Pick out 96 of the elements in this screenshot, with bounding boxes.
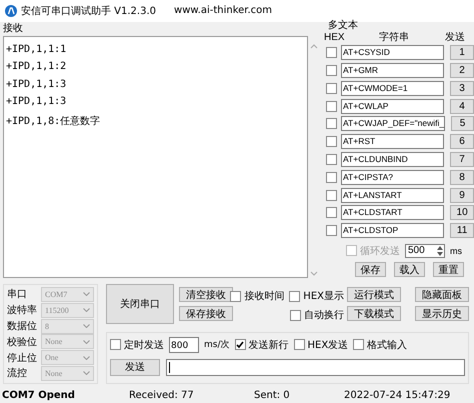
checkbox[interactable] [326, 225, 337, 236]
action-button[interactable]: 保存 [355, 262, 386, 277]
status-text: COM7 Opend [1, 390, 76, 401]
chevron-down-icon [83, 340, 90, 344]
send-button[interactable]: 5 [451, 116, 474, 132]
setting-label: 串口 [7, 288, 28, 302]
send-button[interactable]: 9 [450, 188, 474, 203]
checkbox[interactable] [353, 339, 364, 350]
mode-button[interactable]: 下载模式 [347, 306, 401, 321]
send-button[interactable]: 1 [450, 45, 474, 60]
scroll-up-icon [310, 44, 318, 49]
command-field[interactable]: AT+CWMODE=1 [341, 80, 444, 96]
command-field[interactable]: AT+LANSTART [341, 188, 444, 203]
action-button[interactable]: 重置 [433, 262, 464, 277]
checkbox-label: 发送新行 [248, 338, 288, 352]
setting-label: 波特率 [7, 304, 38, 318]
checkbox[interactable] [326, 100, 337, 112]
unit-label: ms/次 [204, 338, 230, 352]
receive-textarea[interactable]: +IPD,1,1:1 +IPD,1,1:2 +IPD,1,1:3 +IPD,1,1:3 +IPD,1,8:任意数字 [3, 36, 308, 278]
status-text: Sent: 0 [254, 390, 291, 401]
checkbox[interactable] [326, 190, 337, 201]
send-button[interactable]: 发送 [110, 358, 160, 376]
checkbox[interactable] [326, 47, 337, 58]
column-header: 发送 [444, 31, 466, 44]
checkbox-label: HEX显示 [303, 290, 344, 304]
checkbox-label: 定时发送 [124, 338, 164, 352]
command-field[interactable]: AT+CLDSTART [341, 205, 444, 220]
mode-button[interactable]: 运行模式 [347, 286, 401, 302]
command-field[interactable]: AT+CLDSTOP [341, 223, 444, 238]
command-field[interactable]: AT+CIPSTA? [341, 170, 444, 185]
app-logo-icon [5, 4, 17, 17]
chevron-down-icon [83, 324, 90, 328]
checkbox[interactable] [230, 290, 242, 302]
send-button[interactable]: 10 [450, 205, 474, 220]
checkbox-label: 格式输入 [367, 338, 408, 352]
status-text: Received: 77 [129, 390, 195, 401]
chevron-down-icon [83, 292, 90, 296]
command-field[interactable]: AT+GMR [341, 63, 444, 78]
send-button[interactable]: 6 [450, 134, 474, 150]
setting-label: 校验位 [7, 336, 38, 349]
window-title: 安信可串口调试助手 V1.2.3.0 [21, 4, 156, 18]
column-header: HEX [324, 32, 346, 43]
setting-label: 停止位 [7, 352, 38, 365]
received-line: +IPD,1,8:任意数字 [6, 114, 102, 129]
action-button[interactable]: 清空接收 [179, 286, 233, 302]
section-label: 接收 [3, 22, 24, 36]
checkbox[interactable] [326, 82, 337, 94]
checkbox[interactable] [326, 207, 337, 218]
spin-arrows-icon [437, 246, 443, 256]
checkbox[interactable] [110, 339, 121, 350]
checkbox[interactable] [326, 65, 337, 76]
checkbox-label: 接收时间 [244, 290, 284, 304]
chevron-down-icon [83, 356, 90, 360]
panel-button[interactable]: 显示历史 [415, 306, 469, 321]
checkbox[interactable] [326, 118, 337, 130]
send-button[interactable]: 8 [450, 170, 474, 185]
checkbox[interactable] [289, 290, 300, 302]
checkbox[interactable] [290, 310, 301, 321]
send-button[interactable]: 7 [450, 152, 474, 168]
command-field[interactable]: AT+CWJAP_DEF="newifi_ [341, 116, 445, 132]
command-field[interactable]: AT+CWLAP [341, 98, 444, 114]
website-text: www.ai-thinker.com [174, 5, 272, 16]
checkbox[interactable] [326, 172, 337, 183]
send-button[interactable]: 4 [450, 98, 474, 114]
send-button[interactable]: 2 [450, 63, 474, 78]
command-field[interactable]: AT+CSYSID [341, 45, 444, 60]
interval-field[interactable]: 800 [169, 336, 199, 353]
send-button[interactable]: 3 [450, 80, 474, 96]
received-line: +IPD,1,1:3 [6, 78, 68, 92]
action-button[interactable]: 保存接收 [179, 306, 233, 321]
column-header: 字符串 [378, 30, 410, 44]
checkbox-label: 循环发送 [360, 244, 400, 258]
received-line: +IPD,1,1:3 [6, 96, 68, 110]
chevron-down-icon [83, 371, 90, 376]
command-field[interactable]: AT+CLDUNBIND [341, 152, 444, 168]
setting-label: 流控 [7, 366, 28, 380]
received-line: +IPD,1,1:2 [6, 61, 68, 74]
action-button[interactable]: 载入 [394, 262, 425, 277]
checkbox-label: HEX发送 [308, 338, 348, 352]
unit-label: ms [450, 246, 462, 256]
close-port-button[interactable]: 关闭串口 [106, 284, 174, 324]
panel-button[interactable]: 隐藏面板 [415, 286, 469, 302]
received-line: +IPD,1,1:1 [6, 44, 68, 57]
status-text: 2022-07-24 15:47:29 [344, 390, 452, 401]
setting-label: 数据位 [7, 320, 38, 333]
chevron-down-icon [83, 308, 90, 312]
checkbox[interactable] [234, 339, 246, 350]
send-input-field[interactable] [166, 358, 465, 376]
command-field[interactable]: AT+RST [341, 134, 444, 150]
send-button[interactable]: 11 [450, 223, 474, 238]
scroll-down-icon [310, 270, 318, 276]
checkbox[interactable] [294, 339, 304, 350]
group-label: 多文本 [328, 20, 359, 31]
checkbox[interactable] [326, 136, 337, 148]
checkbox[interactable] [326, 154, 337, 166]
checkbox-label: 自动换行 [304, 309, 344, 322]
